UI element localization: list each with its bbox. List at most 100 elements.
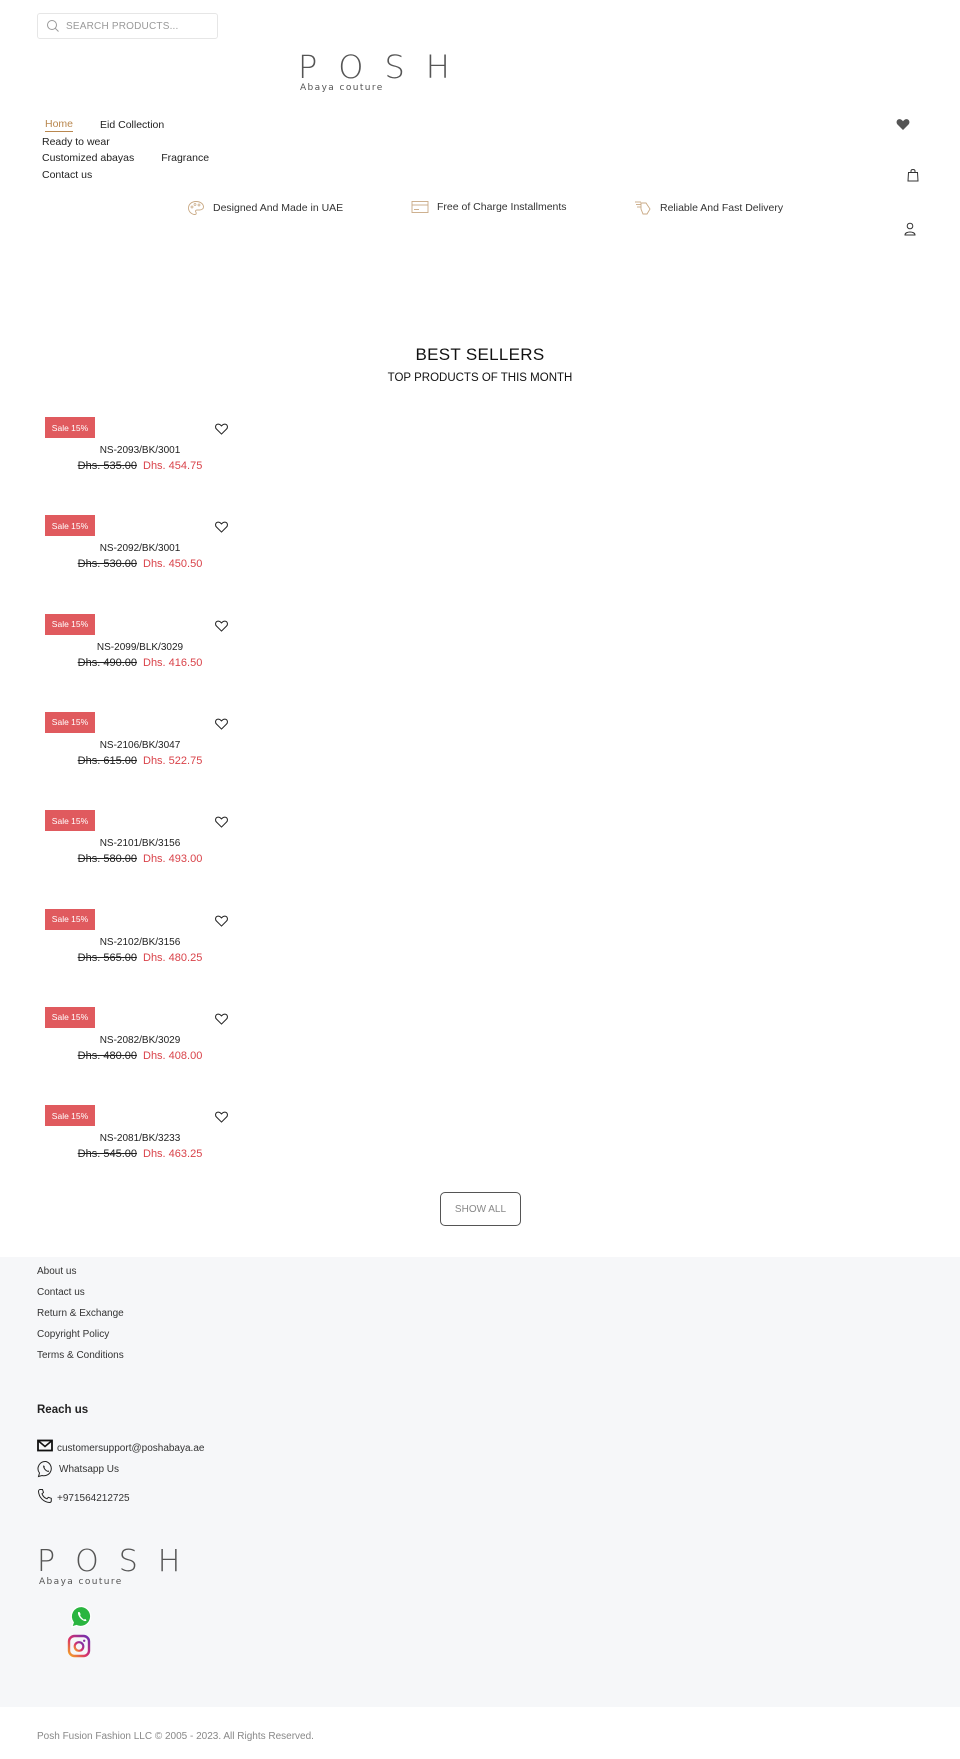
product-prices: Dhs. 490.00 Dhs. 416.50	[45, 657, 235, 669]
contact-whatsapp[interactable]: Whatsapp Us	[37, 1460, 119, 1478]
footer-link-return-exchange[interactable]: Return & Exchange	[37, 1303, 124, 1324]
add-to-wishlist-button[interactable]	[215, 914, 228, 932]
product-prices: Dhs. 580.00 Dhs. 493.00	[45, 853, 235, 865]
original-price: Dhs. 565.00	[77, 951, 137, 964]
phone-icon	[37, 1488, 52, 1503]
footer-links: About us Contact us Return & Exchange Co…	[37, 1261, 124, 1366]
nav-item-eid-collection[interactable]: Eid Collection	[100, 119, 164, 131]
product-card[interactable]: Sale 15% NS-2082/BK/3029 Dhs. 480.00 Dhs. 4…	[45, 1006, 235, 1077]
product-card[interactable]: Sale 15% NS-2092/BK/3001 Dhs. 530.00 Dhs. 4…	[45, 515, 235, 585]
product-card[interactable]: Sale 15% NS-2106/BK/3047 Dhs. 615.00 Dhs. 5…	[45, 711, 235, 782]
add-to-wishlist-button[interactable]	[215, 1012, 228, 1030]
contact-email[interactable]: customersupport@poshabaya.ae	[37, 1437, 204, 1454]
social-instagram-link[interactable]	[67, 1634, 91, 1663]
feature-item: Designed And Made in UAE	[187, 200, 343, 216]
main-nav: Home Eid Collection Ready to wear Custom…	[42, 117, 209, 183]
feature-label: Reliable And Fast Delivery	[660, 202, 784, 214]
original-price: Dhs. 530.00	[77, 558, 137, 571]
product-name[interactable]: NS-2101/BK/3156	[45, 838, 235, 849]
product-name[interactable]: NS-2081/BK/3233	[45, 1133, 235, 1144]
footer-link-about-us[interactable]: About us	[37, 1261, 124, 1282]
shopping-bag-icon	[907, 169, 919, 182]
mail-icon	[37, 1439, 53, 1451]
nav-item-fragrance[interactable]: Fragrance	[161, 152, 209, 164]
sale-price: Dhs. 416.50	[143, 656, 203, 669]
add-to-wishlist-button[interactable]	[215, 422, 228, 440]
heart-icon	[896, 119, 910, 130]
copyright-text: Posh Fusion Fashion LLC © 2005 - 2023. A…	[37, 1731, 314, 1742]
feature-item: Free of Charge Installments	[411, 200, 567, 214]
original-price: Dhs. 545.00	[77, 1148, 137, 1161]
contact-phone[interactable]: +971564212725	[37, 1487, 130, 1504]
sale-price: Dhs. 463.25	[143, 1148, 203, 1161]
sale-badge: Sale 15%	[45, 1105, 95, 1127]
contact-phone-label: +971564212725	[57, 1493, 130, 1504]
sale-price: Dhs. 522.75	[143, 754, 203, 767]
original-price: Dhs. 535.00	[77, 460, 137, 472]
section-subtitle: TOP PRODUCTS OF THIS MONTH	[387, 372, 573, 384]
product-name[interactable]: NS-2099/BLK/3029	[45, 642, 235, 653]
product-name[interactable]: NS-2082/BK/3029	[45, 1035, 235, 1046]
cart-button[interactable]	[907, 168, 919, 182]
product-card[interactable]: Sale 15% NS-2101/BK/3156 Dhs. 580.00 Dhs. 4…	[45, 810, 235, 880]
add-to-wishlist-button[interactable]	[215, 619, 228, 637]
search-icon	[47, 20, 59, 32]
search-input[interactable]	[66, 20, 206, 32]
delivery-icon	[635, 201, 651, 215]
reach-us-heading: Reach us	[37, 1404, 89, 1416]
heart-outline-icon	[215, 718, 228, 730]
product-name[interactable]: NS-2102/BK/3156	[45, 937, 235, 948]
footer-link-contact-us[interactable]: Contact us	[37, 1282, 124, 1303]
social-whatsapp-link[interactable]	[70, 1605, 94, 1634]
add-to-wishlist-button[interactable]	[215, 1110, 228, 1128]
contact-whatsapp-label: Whatsapp Us	[59, 1463, 120, 1475]
add-to-wishlist-button[interactable]	[215, 717, 228, 735]
sale-price: Dhs. 480.25	[143, 951, 203, 964]
show-all-button[interactable]: SHOW ALL	[440, 1192, 521, 1226]
sale-price: Dhs. 450.50	[143, 558, 203, 571]
wishlist-button[interactable]	[896, 118, 910, 131]
product-prices: Dhs. 530.00 Dhs. 450.50	[45, 558, 235, 570]
account-button[interactable]	[904, 222, 916, 236]
search-box[interactable]	[37, 13, 218, 39]
product-name[interactable]: NS-2092/BK/3001	[45, 543, 235, 554]
nav-item-customized-abayas[interactable]: Customized abayas	[42, 152, 134, 164]
footer-link-terms-conditions[interactable]: Terms & Conditions	[37, 1345, 124, 1366]
product-prices: Dhs. 535.00 Dhs. 454.75	[45, 460, 235, 472]
sale-badge: Sale 15%	[45, 613, 95, 635]
product-name[interactable]: NS-2106/BK/3047	[45, 740, 235, 751]
add-to-wishlist-button[interactable]	[215, 815, 228, 833]
product-card[interactable]: Sale 15% NS-2099/BLK/3029 Dhs. 490.00 Dhs. …	[45, 613, 235, 684]
product-card[interactable]: Sale 15% NS-2093/BK/3001 Dhs. 535.00 Dhs. 4…	[45, 417, 235, 487]
footer-logo[interactable]: POSH Abaya couture	[37, 1544, 201, 1588]
add-to-wishlist-button[interactable]	[215, 520, 228, 538]
feature-label: Free of Charge Installments	[437, 201, 567, 213]
whatsapp-icon	[37, 1460, 52, 1478]
user-icon	[904, 222, 916, 236]
nav-item-ready-to-wear[interactable]: Ready to wear	[42, 136, 110, 148]
instagram-icon	[67, 1634, 91, 1658]
product-card[interactable]: Sale 15% NS-2081/BK/3233 Dhs. 545.00 Dhs. 4…	[45, 1105, 235, 1175]
nav-item-home[interactable]: Home	[45, 118, 74, 133]
credit-card-icon	[411, 201, 429, 213]
sale-price: Dhs. 493.00	[143, 853, 203, 866]
whatsapp-icon	[70, 1605, 92, 1628]
section-title: BEST SELLERS	[415, 345, 545, 364]
product-name[interactable]: NS-2093/BK/3001	[45, 445, 235, 456]
nav-item-contact-us[interactable]: Contact us	[42, 169, 92, 181]
sale-badge: Sale 15%	[45, 417, 95, 438]
product-card[interactable]: Sale 15% NS-2102/BK/3156 Dhs. 565.00 Dhs. 4…	[45, 908, 235, 979]
footer-logo-text: POSH	[37, 1544, 201, 1579]
logo[interactable]: POSH Abaya couture	[298, 48, 471, 96]
sale-badge: Sale 15%	[45, 711, 95, 733]
sale-badge: Sale 15%	[45, 810, 95, 832]
sale-price: Dhs. 454.75	[143, 460, 203, 472]
product-prices: Dhs. 565.00 Dhs. 480.25	[45, 952, 235, 964]
logo-text: POSH	[298, 48, 471, 86]
sale-badge: Sale 15%	[45, 908, 95, 930]
heart-outline-icon	[215, 521, 228, 534]
sale-badge: Sale 15%	[45, 515, 95, 537]
product-prices: Dhs. 545.00 Dhs. 463.25	[45, 1148, 235, 1160]
footer-link-copyright-policy[interactable]: Copyright Policy	[37, 1324, 124, 1345]
heart-outline-icon	[215, 1111, 228, 1123]
